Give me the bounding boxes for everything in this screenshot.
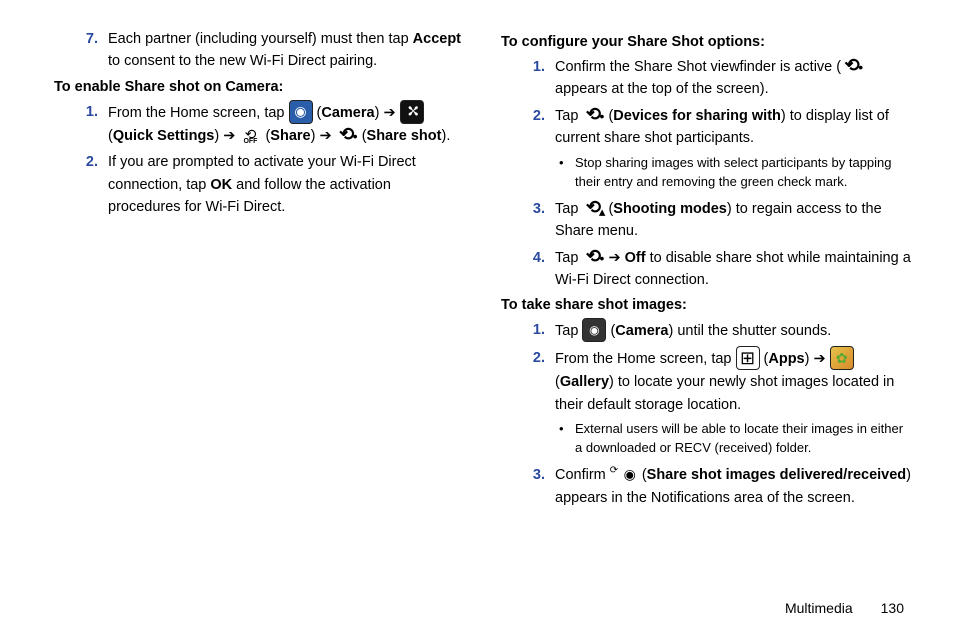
share-shot-icon (841, 55, 863, 77)
step-number: 7. (78, 28, 98, 73)
config-step-2-bullet: • Stop sharing images with select partic… (501, 154, 912, 192)
list-configure: 1. Confirm the Share Shot viewfinder is … (501, 56, 912, 150)
heading-configure-options: To configure your Share Shot options: (501, 34, 912, 50)
columns: 7. Each partner (including yourself) mus… (54, 28, 912, 590)
step-7: 7. Each partner (including yourself) mus… (54, 28, 465, 73)
bullet-text: Stop sharing images with select particip… (575, 154, 912, 192)
take-step-2: 2. From the Home screen, tap (Apps) ➔ (G… (501, 347, 912, 416)
take-step-2-bullet: • External users will be able to locate … (501, 420, 912, 458)
list-take: 1. Tap (Camera) until the shutter sounds… (501, 319, 912, 416)
camera-icon (289, 100, 313, 124)
quick-settings-label: Quick Settings (113, 128, 215, 144)
page-number: 130 (881, 600, 904, 616)
arrow-icon: ➔ (219, 128, 239, 144)
delivered-icon (610, 463, 638, 485)
step-text: From the Home screen, tap (Apps) ➔ (Gall… (555, 347, 912, 416)
share-shot-icon (336, 124, 358, 146)
enable-step-1: 1. From the Home screen, tap (Camera) ➔ … (54, 101, 465, 147)
text: Tap (555, 250, 582, 266)
share-shot-icon (582, 246, 604, 268)
camera-label: Camera (615, 323, 668, 339)
take-step-1: 1. Tap (Camera) until the shutter sounds… (501, 319, 912, 343)
step-number: 2. (525, 347, 545, 416)
text: Tap (555, 108, 582, 124)
apps-label: Apps (768, 351, 804, 367)
step-number: 3. (525, 464, 545, 509)
text: appears at the top of the screen). (555, 81, 769, 97)
share-label: Share (270, 128, 310, 144)
step-number: 2. (78, 151, 98, 218)
share-shot-label: Share shot (367, 128, 442, 144)
step-number: 1. (78, 101, 98, 147)
text: Confirm the Share Shot viewfinder is act… (555, 59, 841, 75)
apps-icon (736, 346, 760, 370)
arrow-icon: ➔ (379, 105, 399, 121)
text: Tap (555, 323, 582, 339)
heading-take-images: To take share shot images: (501, 297, 912, 313)
footer: Multimedia 130 (54, 590, 912, 616)
text: Tap (555, 201, 582, 217)
config-step-4: 4. Tap ➔ Off to disable share shot while… (501, 247, 912, 292)
heading-enable-share-shot: To enable Share shot on Camera: (54, 79, 465, 95)
bullet-icon: • (559, 420, 567, 458)
step-text: Tap (Shooting modes) to regain access to… (555, 198, 912, 243)
text: . (446, 128, 450, 144)
gallery-label: Gallery (560, 374, 609, 390)
bullet-text: External users will be able to locate th… (575, 420, 912, 458)
off-label: Off (625, 250, 646, 266)
step-text: Tap (Camera) until the shutter sounds. (555, 319, 912, 343)
bullet-icon: • (559, 154, 567, 192)
page: 7. Each partner (including yourself) mus… (0, 0, 954, 636)
step-number: 2. (525, 105, 545, 150)
share-off-icon (239, 124, 261, 146)
text: From the Home screen, tap (108, 105, 289, 121)
enable-step-2: 2. If you are prompted to activate your … (54, 151, 465, 218)
config-step-3: 3. Tap (Shooting modes) to regain access… (501, 198, 912, 243)
step-number: 1. (525, 56, 545, 101)
arrow-icon: ➔ (809, 351, 829, 367)
step-text: From the Home screen, tap (Camera) ➔ (Qu… (108, 101, 465, 147)
step-number: 3. (525, 198, 545, 243)
step-number: 1. (525, 319, 545, 343)
step-text: If you are prompted to activate your Wi-… (108, 151, 465, 218)
step-text: Confirm the Share Shot viewfinder is act… (555, 56, 912, 101)
recv-label: RECV (675, 440, 711, 455)
shooting-modes-label: Shooting modes (613, 201, 727, 217)
list-continued: 7. Each partner (including yourself) mus… (54, 28, 465, 73)
text: appears in the Notifications area of the… (555, 490, 855, 506)
step-text: Each partner (including yourself) must t… (108, 28, 465, 73)
step-text: Confirm (Share shot images delivered/rec… (555, 464, 912, 509)
quick-settings-icon (400, 100, 424, 124)
list-enable: 1. From the Home screen, tap (Camera) ➔ … (54, 101, 465, 219)
arrow-icon: ➔ (604, 250, 624, 266)
config-step-2: 2. Tap (Devices for sharing with) to dis… (501, 105, 912, 150)
list-take-cont: 3. Confirm (Share shot images delivered/… (501, 464, 912, 509)
shooting-modes-icon (582, 197, 604, 219)
accept-label: Accept (413, 31, 461, 47)
take-step-3: 3. Confirm (Share shot images delivered/… (501, 464, 912, 509)
ok-label: OK (210, 177, 232, 193)
gallery-icon (830, 346, 854, 370)
text: Each partner (including yourself) must t… (108, 31, 413, 47)
camera-icon (582, 318, 606, 342)
text: until the shutter sounds. (673, 323, 831, 339)
config-step-1: 1. Confirm the Share Shot viewfinder is … (501, 56, 912, 101)
text: Confirm (555, 467, 610, 483)
step-number: 4. (525, 247, 545, 292)
text: From the Home screen, tap (555, 351, 736, 367)
step-text: Tap ➔ Off to disable share shot while ma… (555, 247, 912, 292)
right-column: To configure your Share Shot options: 1.… (501, 28, 912, 590)
section-name: Multimedia (785, 600, 853, 616)
camera-label: Camera (321, 105, 374, 121)
devices-icon (582, 104, 604, 126)
left-column: 7. Each partner (including yourself) mus… (54, 28, 465, 590)
text: to consent to the new Wi-Fi Direct pairi… (108, 53, 377, 69)
text: (received) folder. (711, 440, 811, 455)
devices-label: Devices for sharing with (613, 108, 781, 124)
list-configure-cont: 3. Tap (Shooting modes) to regain access… (501, 198, 912, 292)
step-text: Tap (Devices for sharing with) to displa… (555, 105, 912, 150)
arrow-icon: ➔ (315, 128, 335, 144)
delivered-label: Share shot images delivered/received (647, 467, 907, 483)
